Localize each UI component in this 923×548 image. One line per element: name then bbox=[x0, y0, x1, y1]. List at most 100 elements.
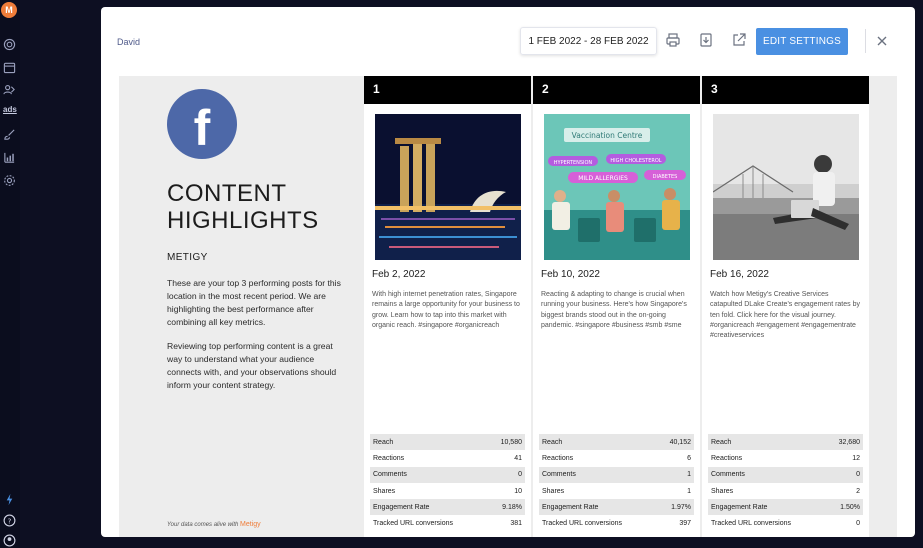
image-tag: DIABETES bbox=[653, 174, 678, 180]
image-tag: HIGH CHOLESTEROL bbox=[610, 158, 661, 164]
stat-value: 0 bbox=[856, 520, 860, 528]
stat-value: 1 bbox=[687, 487, 691, 495]
date-range-picker[interactable]: 1 FEB 2022 - 28 FEB 2022 bbox=[520, 27, 657, 55]
stat-row-tracked-url-conversions: Tracked URL conversions 381 bbox=[370, 515, 525, 531]
stat-value: 12 bbox=[852, 454, 860, 462]
header-divider bbox=[865, 29, 866, 53]
vaccination-centre-sign: Vaccination Centre bbox=[572, 131, 643, 140]
stat-value: 0 bbox=[856, 471, 860, 479]
stat-label: Reactions bbox=[373, 454, 405, 462]
stat-label: Engagement Rate bbox=[542, 503, 599, 511]
stat-label: Reach bbox=[711, 438, 732, 446]
stat-row-reactions: Reactions 12 bbox=[708, 450, 863, 466]
stat-value: 10,580 bbox=[500, 438, 522, 446]
stat-value: 10 bbox=[514, 487, 522, 495]
analytics-icon[interactable] bbox=[3, 151, 16, 164]
report-preview-modal: David 1 FEB 2022 - 28 FEB 2022 EDIT SETT… bbox=[101, 7, 915, 537]
print-icon[interactable] bbox=[665, 32, 681, 48]
stat-value: 381 bbox=[510, 520, 522, 528]
post-card: 2 Vaccination Centre HYPERTENSION HIGH C… bbox=[533, 76, 700, 537]
stat-row-reach: Reach 40,152 bbox=[539, 434, 694, 451]
settings-gear-icon[interactable] bbox=[3, 174, 16, 187]
external-link-icon[interactable] bbox=[731, 32, 747, 48]
stat-value: 9.18% bbox=[502, 503, 522, 511]
report-guidance: Reviewing top performing content is a gr… bbox=[167, 341, 337, 390]
stat-row-shares: Shares 10 bbox=[370, 483, 525, 499]
post-rank: 1 bbox=[364, 76, 531, 104]
svg-text:?: ? bbox=[8, 516, 12, 525]
stat-value: 40,152 bbox=[669, 438, 691, 446]
lightning-icon[interactable] bbox=[3, 493, 16, 506]
stat-row-comments: Comments 0 bbox=[370, 466, 525, 483]
stat-value: 0 bbox=[518, 471, 522, 479]
calendar-icon[interactable] bbox=[3, 61, 16, 74]
brand-name: METIGY bbox=[167, 252, 208, 263]
post-stats-table: Reach 10,580 Reactions 41 Comments 0 Shares… bbox=[370, 434, 525, 532]
metigy-wordmark: Metigy bbox=[240, 521, 261, 528]
stat-row-engagement-rate: Engagement Rate 9.18% bbox=[370, 499, 525, 516]
stat-row-tracked-url-conversions: Tracked URL conversions 0 bbox=[708, 515, 863, 531]
post-image-man-with-laptop[interactable] bbox=[713, 114, 859, 260]
app-sidebar: M ads ? bbox=[0, 0, 20, 548]
image-tag: MILD ALLERGIES bbox=[578, 175, 628, 182]
post-image-singapore-skyline[interactable] bbox=[375, 114, 521, 260]
help-icon[interactable]: ? bbox=[3, 514, 16, 527]
edit-settings-button[interactable]: EDIT SETTINGS bbox=[756, 28, 848, 55]
stat-label: Tracked URL conversions bbox=[542, 520, 623, 528]
stat-label: Comments bbox=[711, 471, 745, 479]
stat-row-comments: Comments 0 bbox=[708, 466, 863, 483]
footnote-text: Your data comes alive with bbox=[167, 522, 239, 528]
stat-value: 1.50% bbox=[840, 503, 860, 511]
stat-label: Shares bbox=[711, 487, 734, 495]
stat-value: 41 bbox=[514, 454, 522, 462]
report-footnote: Your data comes alive with Metigy bbox=[167, 521, 261, 528]
stat-row-comments: Comments 1 bbox=[539, 466, 694, 483]
post-card: 3 Feb 16, 2022 Watch how Metigy's Creati… bbox=[702, 76, 869, 537]
image-tag: HYPERTENSION bbox=[554, 160, 593, 166]
post-image-vaccination-centre[interactable]: Vaccination Centre HYPERTENSION HIGH CHO… bbox=[544, 114, 690, 260]
stat-row-shares: Shares 2 bbox=[708, 483, 863, 499]
post-description: With high internet penetration rates, Si… bbox=[372, 291, 520, 329]
post-rank: 3 bbox=[702, 76, 869, 104]
stat-label: Comments bbox=[542, 471, 576, 479]
modal-header: David 1 FEB 2022 - 28 FEB 2022 EDIT SETT… bbox=[101, 7, 915, 73]
target-icon[interactable] bbox=[3, 38, 16, 51]
report-intro: These are your top 3 performing posts fo… bbox=[167, 278, 341, 327]
post-date: Feb 10, 2022 bbox=[541, 269, 600, 280]
post-rank: 2 bbox=[533, 76, 700, 104]
sidebar-item-ads[interactable]: ads bbox=[3, 105, 17, 114]
post-card: 1 Feb 2, 2022 With high internet penetra… bbox=[364, 76, 531, 537]
stat-label: Engagement Rate bbox=[711, 503, 768, 511]
stat-row-engagement-rate: Engagement Rate 1.50% bbox=[708, 499, 863, 516]
brush-icon[interactable] bbox=[3, 128, 16, 141]
stat-value: 397 bbox=[679, 520, 691, 528]
stat-value: 2 bbox=[856, 487, 860, 495]
content-highlights-report: f CONTENT HIGHLIGHTS METIGY These are yo… bbox=[119, 76, 897, 537]
stat-label: Tracked URL conversions bbox=[711, 520, 792, 528]
metigy-logo-icon[interactable]: M bbox=[1, 2, 17, 18]
stat-value: 1.97% bbox=[671, 503, 691, 511]
post-date: Feb 16, 2022 bbox=[710, 269, 769, 280]
stat-row-shares: Shares 1 bbox=[539, 483, 694, 499]
stat-row-reach: Reach 10,580 bbox=[370, 434, 525, 451]
post-description: Watch how Metigy's Creative Services cat… bbox=[710, 291, 860, 340]
stat-label: Reactions bbox=[711, 454, 743, 462]
user-profile-icon[interactable] bbox=[3, 534, 16, 547]
stat-label: Reactions bbox=[542, 454, 574, 462]
stat-label: Reach bbox=[373, 438, 394, 446]
post-stats-table: Reach 40,152 Reactions 6 Comments 1 Shares 1… bbox=[539, 434, 694, 532]
stat-value: 32,680 bbox=[838, 438, 860, 446]
post-description: Reacting & adapting to change is crucial… bbox=[541, 291, 687, 329]
stat-value: 1 bbox=[687, 471, 691, 479]
close-icon[interactable] bbox=[875, 34, 889, 48]
stat-value: 6 bbox=[687, 454, 691, 462]
stat-row-tracked-url-conversions: Tracked URL conversions 397 bbox=[539, 515, 694, 531]
stat-label: Tracked URL conversions bbox=[373, 520, 454, 528]
audience-icon[interactable] bbox=[3, 83, 16, 96]
stat-row-reach: Reach 32,680 bbox=[708, 434, 863, 451]
stat-label: Comments bbox=[373, 471, 407, 479]
stat-row-engagement-rate: Engagement Rate 1.97% bbox=[539, 499, 694, 516]
post-stats-table: Reach 32,680 Reactions 12 Comments 0 Shares… bbox=[708, 434, 863, 532]
stat-row-reactions: Reactions 6 bbox=[539, 450, 694, 466]
download-icon[interactable] bbox=[698, 32, 714, 48]
